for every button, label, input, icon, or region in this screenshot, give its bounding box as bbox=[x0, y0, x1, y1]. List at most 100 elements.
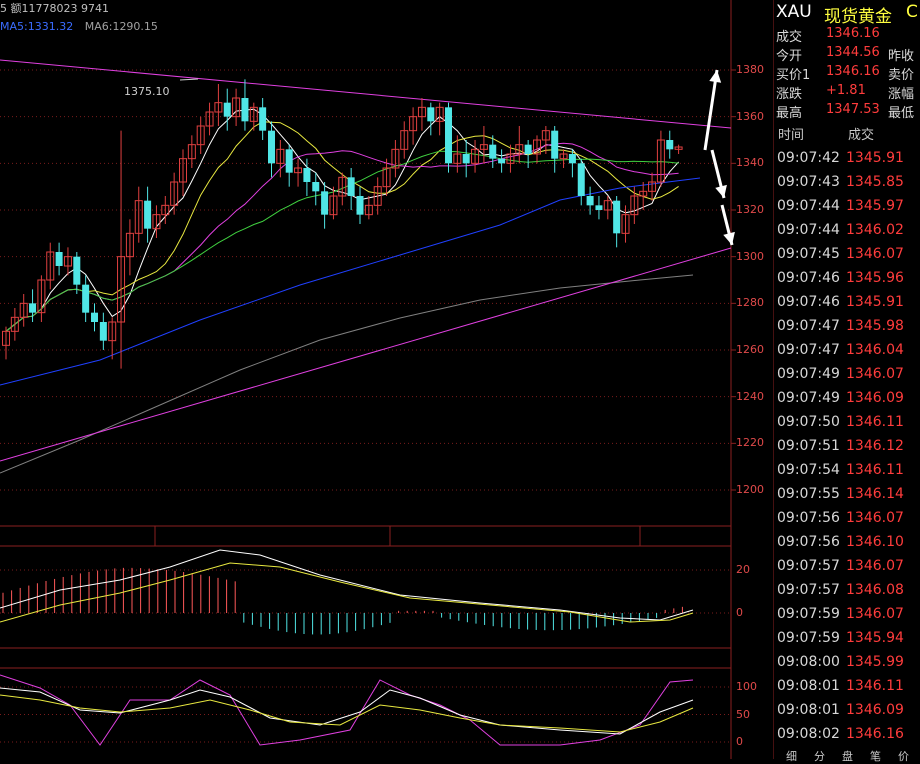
forecast-arrow-shaft bbox=[703, 69, 719, 151]
price-tick-label: 1320 bbox=[736, 203, 764, 216]
price-tick-label: 1380 bbox=[736, 63, 764, 76]
quote-row: 最高 1347.53 最低 bbox=[774, 100, 920, 121]
tick-price: 1346.11 bbox=[846, 414, 904, 430]
candle-body-down bbox=[144, 200, 152, 229]
tick-time: 09:07:46 bbox=[777, 270, 840, 286]
candle-body-down bbox=[259, 107, 267, 131]
price-tick-label: 1260 bbox=[736, 343, 764, 356]
macd-tick-label: 0 bbox=[736, 606, 743, 619]
tick-row: 09:07:56 1346.07 bbox=[774, 507, 920, 531]
candle-body-down bbox=[666, 140, 674, 150]
tick-row: 09:07:57 1346.08 bbox=[774, 579, 920, 603]
candle-body-down bbox=[99, 322, 107, 341]
tick-row: 09:07:56 1346.10 bbox=[774, 531, 920, 555]
tick-price: 1346.07 bbox=[846, 366, 904, 382]
tick-row: 09:08:01 1346.11 bbox=[774, 675, 920, 699]
tick-time: 09:07:57 bbox=[777, 582, 840, 598]
tick-row: 09:08:00 1345.99 bbox=[774, 651, 920, 675]
candle-body-down bbox=[356, 196, 364, 215]
candle-body-down bbox=[498, 158, 506, 164]
tick-price: 1346.10 bbox=[846, 534, 904, 550]
quote-value: 1346.16 bbox=[826, 26, 880, 41]
candle-body-down bbox=[524, 144, 532, 154]
tick-row: 09:07:44 1346.02 bbox=[774, 219, 920, 243]
candle-body-down bbox=[241, 98, 249, 122]
candle-body-down bbox=[91, 312, 98, 322]
panel-tab[interactable]: 笔 bbox=[870, 748, 881, 764]
panel-tab[interactable]: 价 bbox=[898, 748, 909, 764]
tick-time: 09:08:01 bbox=[777, 678, 840, 694]
ma6-label: MA6:1290.15 bbox=[84, 20, 158, 33]
tick-price: 1346.09 bbox=[846, 390, 904, 406]
tick-row: 09:07:59 1346.07 bbox=[774, 603, 920, 627]
tick-time: 09:07:44 bbox=[777, 198, 840, 214]
candle-body-down bbox=[285, 149, 293, 173]
candle-body-down bbox=[303, 168, 311, 182]
tick-price: 1345.97 bbox=[846, 198, 904, 214]
high-leader bbox=[179, 78, 199, 81]
price-tick-label: 1240 bbox=[736, 389, 764, 403]
tick-price: 1346.07 bbox=[846, 246, 904, 262]
candle-body-down bbox=[586, 196, 594, 206]
tick-price: 1345.91 bbox=[846, 294, 904, 310]
tick-price: 1345.94 bbox=[846, 630, 904, 646]
tick-price: 1346.07 bbox=[846, 606, 904, 622]
kdj-d-line bbox=[0, 694, 694, 733]
tick-time: 09:07:44 bbox=[777, 222, 840, 238]
candlestick-chart[interactable] bbox=[0, 0, 774, 759]
macd-tick-label: 20 bbox=[736, 563, 750, 576]
candle-body-down bbox=[595, 205, 603, 210]
tick-time: 09:07:49 bbox=[777, 366, 840, 382]
tick-row: 09:07:49 1346.07 bbox=[774, 363, 920, 387]
tick-time: 09:07:47 bbox=[777, 342, 840, 358]
tick-time: 09:08:02 bbox=[777, 726, 840, 742]
candle-body-down bbox=[577, 163, 585, 196]
ticks-col-time: 时间 bbox=[778, 128, 805, 143]
tick-row: 09:07:54 1346.11 bbox=[774, 459, 920, 483]
tick-time: 09:07:59 bbox=[777, 606, 840, 622]
candle-body-down bbox=[613, 200, 621, 234]
quote-row: 今开 1344.56 昨收 bbox=[774, 43, 920, 64]
quote-value: 1346.16 bbox=[826, 64, 880, 79]
tick-time: 09:07:45 bbox=[777, 246, 840, 262]
candle-body-down bbox=[551, 130, 559, 159]
ma-legend: MA5:1331.32 MA6:1290.15 bbox=[0, 20, 166, 33]
tick-price: 1346.07 bbox=[846, 558, 904, 574]
candle-body-down bbox=[73, 256, 81, 285]
quote-value: 1344.56 bbox=[826, 45, 880, 60]
panel-tab[interactable]: 分 bbox=[814, 748, 825, 764]
forecast-arrow-head bbox=[715, 184, 727, 198]
ma20-line bbox=[5, 142, 679, 332]
panel-tab[interactable]: 细 bbox=[786, 748, 797, 764]
quote-panel: XAU 现货黄金 C 成交 1346.16 今开 1344.56 昨收 买价1 1346.1… bbox=[774, 0, 920, 759]
candle-body-down bbox=[223, 102, 231, 117]
candle-body-down bbox=[462, 154, 470, 164]
support-trendline bbox=[0, 247, 732, 462]
price-tick-label: 1300 bbox=[736, 249, 764, 263]
panel-tab[interactable]: 盘 bbox=[842, 748, 853, 764]
tick-price: 1345.85 bbox=[846, 174, 904, 190]
quote-row: 涨跌 +1.81 涨幅 bbox=[774, 81, 920, 102]
macd-dif-line bbox=[0, 549, 694, 621]
ma10-line bbox=[5, 121, 679, 332]
tick-row: 09:08:01 1346.09 bbox=[774, 699, 920, 723]
quote-row: 成交 1346.16 bbox=[774, 24, 920, 45]
symbol-label: XAU bbox=[776, 2, 812, 22]
kdj-k-line bbox=[0, 687, 694, 735]
candle-body-down bbox=[489, 144, 497, 159]
tick-price: 1346.11 bbox=[846, 462, 904, 478]
tick-price: 1346.09 bbox=[846, 702, 904, 718]
tick-time: 09:07:56 bbox=[777, 510, 840, 526]
candle-body-down bbox=[445, 107, 452, 164]
quote-title: XAU 现货黄金 C bbox=[774, 0, 920, 27]
candle-body-down bbox=[55, 252, 63, 266]
quote-label: 最高 bbox=[776, 106, 803, 121]
quote-label2: 最低 bbox=[888, 106, 915, 121]
tick-price: 1345.91 bbox=[846, 150, 904, 166]
tick-price: 1346.12 bbox=[846, 438, 904, 454]
price-tick-label: 1220 bbox=[736, 436, 764, 450]
ticks-header: 时间 成交 bbox=[774, 122, 920, 144]
forecast-arrow-head bbox=[723, 231, 735, 245]
candle-body-down bbox=[312, 182, 320, 192]
tick-row: 09:07:45 1346.07 bbox=[774, 243, 920, 267]
